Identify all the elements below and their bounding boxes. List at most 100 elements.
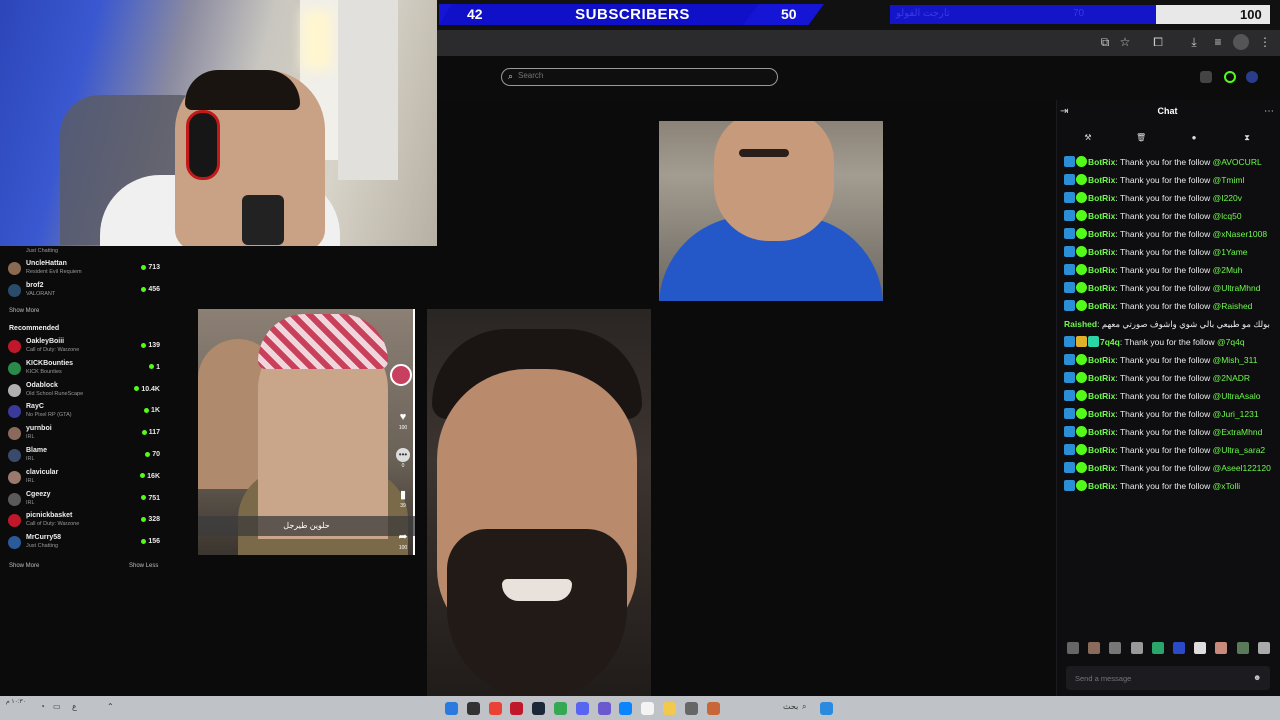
chat-username[interactable]: Raished xyxy=(1064,319,1097,329)
emote-icon[interactable] xyxy=(1236,642,1249,654)
chat-mention[interactable]: @2NADR xyxy=(1213,373,1250,383)
chat-mention[interactable]: @1Yame xyxy=(1213,247,1248,257)
chat-mention[interactable]: @xNaser1008 xyxy=(1213,229,1267,239)
notifications-icon[interactable] xyxy=(1224,71,1236,83)
chat-username[interactable]: BotRix xyxy=(1088,427,1115,437)
chat-mention[interactable]: @I220v xyxy=(1213,193,1242,203)
show-more-link[interactable]: Show More xyxy=(9,308,39,314)
sidebar-channel[interactable]: Cgeezy IRL 751 xyxy=(8,491,163,511)
chat-mention[interactable]: @2Muh xyxy=(1213,265,1243,275)
chat-username[interactable]: BotRix xyxy=(1088,391,1115,401)
chat-username[interactable]: BotRix xyxy=(1088,463,1115,473)
chat-username[interactable]: BotRix xyxy=(1088,211,1115,221)
collapse-chat-icon[interactable]: ⇥ xyxy=(1060,106,1068,117)
chat-username[interactable]: BotRix xyxy=(1088,265,1115,275)
taskbar-app-icon[interactable] xyxy=(684,702,698,715)
chat-mention[interactable]: @Raished xyxy=(1213,301,1253,311)
taskbar-app-icon[interactable] xyxy=(510,702,524,715)
chat-mention[interactable]: @7q4q xyxy=(1217,337,1245,347)
show-more-link[interactable]: Show More xyxy=(9,563,39,569)
taskbar-app-icon[interactable] xyxy=(532,702,546,715)
profile-avatar[interactable] xyxy=(1233,34,1249,50)
wallet-icon[interactable] xyxy=(1200,71,1212,83)
emote-icon[interactable] xyxy=(1109,642,1122,654)
tray-chevron-icon[interactable]: ⌃ xyxy=(107,702,114,711)
chat-username[interactable]: BotRix xyxy=(1088,481,1115,491)
chat-mention[interactable]: @Ultra_sara2 xyxy=(1213,445,1266,455)
emote-icon[interactable] xyxy=(1151,642,1164,654)
chat-username[interactable]: BotRix xyxy=(1088,373,1115,383)
sidebar-channel[interactable]: KICKBounties KICK Bounties 1 xyxy=(8,360,163,380)
chat-bubble-icon[interactable]: ● xyxy=(1189,133,1199,142)
download-icon[interactable]: ⤓ xyxy=(1186,34,1202,50)
mod-hammer-icon[interactable]: ⚒ xyxy=(1083,133,1093,142)
taskbar-app-icon[interactable] xyxy=(466,702,480,715)
chat-username[interactable]: BotRix xyxy=(1088,229,1115,239)
chat-username[interactable]: BotRix xyxy=(1088,247,1115,257)
emote-icon[interactable] xyxy=(1194,642,1207,654)
chat-mention[interactable]: @xTolli xyxy=(1213,481,1241,491)
language-indicator[interactable]: ع xyxy=(72,702,77,711)
chat-options-icon[interactable]: ⋯ xyxy=(1264,106,1274,117)
chat-mention[interactable]: @AVOCURL xyxy=(1213,157,1262,167)
taskbar-app-icon[interactable] xyxy=(706,702,720,715)
wifi-icon[interactable]: ◔ xyxy=(40,702,45,711)
display-icon[interactable]: ▭ xyxy=(53,702,61,711)
emote-icon[interactable] xyxy=(1130,642,1143,654)
sidebar-channel[interactable]: RayC No Pixel RP (GTA) 1K xyxy=(8,403,163,423)
sidebar-channel[interactable]: Blame IRL 70 xyxy=(8,447,163,467)
taskbar-app-icon[interactable] xyxy=(575,702,589,715)
sidebar-channel[interactable]: picnickbasket Call of Duty: Warzone 328 xyxy=(8,512,163,532)
chat-mention[interactable]: @Aseel122120 xyxy=(1213,463,1271,473)
taskbar-app-icon[interactable] xyxy=(445,702,458,715)
taskbar-app-icon[interactable] xyxy=(820,702,833,715)
search-input[interactable] xyxy=(518,71,768,80)
chat-username[interactable]: BotRix xyxy=(1088,301,1115,311)
hourglass-icon[interactable]: ⧗ xyxy=(1242,133,1252,143)
trash-icon[interactable]: 🗑 xyxy=(1136,133,1146,142)
chat-input[interactable] xyxy=(1066,666,1270,690)
emote-icon[interactable] xyxy=(1257,642,1270,654)
sidebar-channel[interactable]: yurnboi IRL 117 xyxy=(8,425,163,445)
translate-icon[interactable]: ⧉ xyxy=(1097,34,1113,50)
chat-username[interactable]: BotRix xyxy=(1088,157,1115,167)
sidebar-channel[interactable]: UncleHattan Resident Evil Requiem 713 xyxy=(8,260,163,280)
chat-username[interactable]: BotRix xyxy=(1088,283,1115,293)
chat-username[interactable]: BotRix xyxy=(1088,193,1115,203)
chat-username[interactable]: BotRix xyxy=(1088,355,1115,365)
media-control-icon[interactable]: ≡ xyxy=(1210,34,1226,50)
chat-username[interactable]: BotRix xyxy=(1088,409,1115,419)
taskbar-app-icon[interactable] xyxy=(597,702,611,715)
chat-mention[interactable]: @Juri_1231 xyxy=(1213,409,1259,419)
taskbar-app-icon[interactable] xyxy=(619,702,633,715)
chat-username[interactable]: BotRix xyxy=(1088,445,1115,455)
browser-menu-icon[interactable]: ⋮ xyxy=(1257,34,1273,50)
bookmark-star-icon[interactable]: ☆ xyxy=(1117,34,1133,50)
chat-mention[interactable]: @ExtraMhnd xyxy=(1213,427,1263,437)
chat-username[interactable]: BotRix xyxy=(1088,175,1115,185)
sidebar-channel[interactable]: MrCurry58 Just Chatting 156 xyxy=(8,534,163,554)
emote-icon[interactable] xyxy=(1088,642,1101,654)
emote-icon[interactable] xyxy=(1067,642,1079,654)
sidebar-channel[interactable]: brof2 VALORANT 456 xyxy=(8,282,163,302)
emote-icon[interactable] xyxy=(1173,642,1185,654)
taskbar-app-icon[interactable] xyxy=(641,702,655,715)
user-avatar[interactable] xyxy=(1246,71,1258,83)
taskbar-app-icon[interactable] xyxy=(663,702,676,715)
taskbar-search-icon[interactable]: ⌕ xyxy=(802,702,806,712)
extensions-icon[interactable]: ⧠ xyxy=(1150,34,1166,50)
chat-mention[interactable]: @UltraAsalo xyxy=(1213,391,1261,401)
taskbar-search-label[interactable]: بحث xyxy=(783,702,798,711)
taskbar-app-icon[interactable] xyxy=(488,702,502,715)
emote-icon[interactable] xyxy=(1215,642,1228,654)
chat-username[interactable]: 7q4q xyxy=(1100,337,1120,347)
show-less-link[interactable]: Show Less xyxy=(129,563,158,569)
chat-mention[interactable]: @Mish_311 xyxy=(1213,355,1258,365)
chat-mention[interactable]: @lcq50 xyxy=(1213,211,1242,221)
emoji-picker-icon[interactable]: ☻ xyxy=(1253,673,1261,682)
chat-mention[interactable]: @UltraMhnd xyxy=(1213,283,1261,293)
sidebar-channel[interactable]: clavicular IRL 16K xyxy=(8,469,163,489)
taskbar-app-icon[interactable] xyxy=(554,702,567,715)
sidebar-channel[interactable]: Odablock Old School RuneScape 10.4K xyxy=(8,382,163,402)
sidebar-channel[interactable]: OakleyBoiii Call of Duty: Warzone 139 xyxy=(8,338,163,358)
